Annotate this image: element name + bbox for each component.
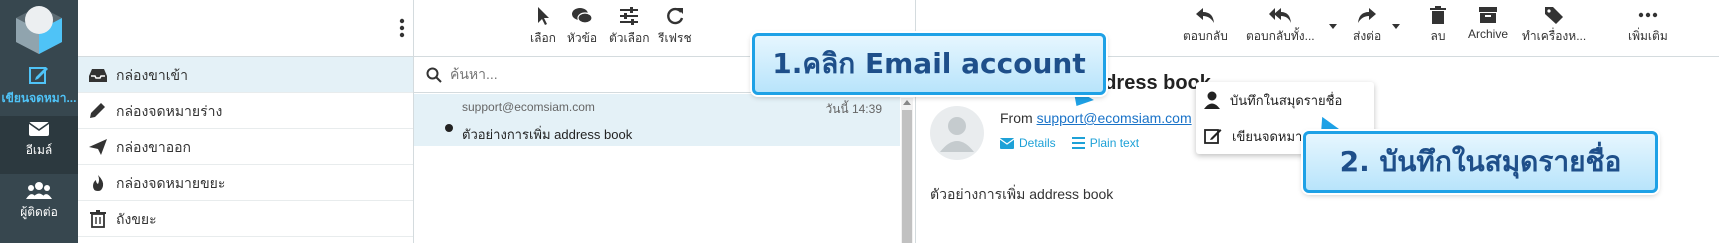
trash-icon — [90, 209, 106, 228]
inbox-icon — [89, 68, 107, 82]
forward-label: ส่งต่อ — [1353, 29, 1382, 43]
reply-all-icon — [1269, 8, 1292, 23]
more-button[interactable]: เพิ่มเติม — [1628, 6, 1668, 46]
forward-button[interactable]: ส่งต่อ — [1353, 6, 1381, 46]
folder-label: ถังขยะ — [116, 210, 157, 227]
threads-button[interactable]: หัวข้อ — [567, 6, 597, 48]
more-icon — [1638, 12, 1658, 18]
unread-dot-icon — [445, 124, 453, 132]
tag-icon — [1545, 7, 1564, 24]
comments-icon — [572, 8, 593, 24]
folder-sent[interactable]: กล่องขาออก — [78, 129, 413, 165]
message-title: ddress book — [1092, 72, 1211, 94]
options-label: ตัวเลือก — [609, 31, 650, 45]
compose-to-label: เขียนจดหมาย — [1232, 128, 1310, 144]
select-button[interactable]: เลือก — [530, 6, 556, 48]
contacts-label: ผู้ติดต่อ — [20, 205, 58, 219]
app-logo-icon — [16, 6, 62, 54]
plain-text-label: Plain text — [1089, 136, 1140, 150]
compose-icon — [1204, 129, 1222, 144]
reply-label: ตอบกลับ — [1183, 29, 1228, 43]
reply-icon — [1196, 8, 1215, 23]
threads-label: หัวข้อ — [567, 31, 598, 45]
more-label: เพิ่มเติม — [1628, 29, 1668, 43]
reply-button[interactable]: ตอบกลับ — [1183, 6, 1228, 46]
mark-label: ทำเครื่องห... — [1522, 29, 1587, 43]
select-label: เลือก — [530, 31, 556, 45]
search-input[interactable]: ค้นหา... — [450, 64, 498, 86]
from-line: From support@ecomsiam.com — [1000, 110, 1192, 126]
user-icon — [940, 117, 974, 152]
delete-button[interactable]: ลบ — [1430, 6, 1446, 46]
refresh-icon — [666, 7, 683, 25]
plain-text-link[interactable]: Plain text — [1071, 136, 1140, 150]
left-rail: เขียนจดหมา... อีเมล์ ผู้ติดต่อ — [0, 0, 78, 243]
sender-avatar — [930, 106, 984, 160]
from-prefix: From — [1000, 110, 1033, 126]
mail-label: อีเมล์ — [25, 143, 53, 157]
folder-drafts[interactable]: กล่องจดหมายร่าง — [78, 93, 413, 129]
scroll-up-arrow-icon[interactable] — [903, 100, 911, 105]
folder-junk[interactable]: กล่องจดหมายขยะ — [78, 165, 413, 201]
compose-button[interactable]: เขียนจดหมา... — [0, 60, 78, 118]
tutorial-callout-step1: 1.คลิก Email account — [752, 33, 1106, 95]
reply-all-button[interactable]: ตอบกลับทั้ง... — [1246, 6, 1315, 46]
tutorial-callout-step2: 2. บันทึกในสมุดรายชื่อ — [1303, 131, 1658, 193]
send-icon — [89, 138, 107, 155]
folder-label: กล่องขาเข้า — [116, 66, 188, 83]
folder-trash[interactable]: ถังขยะ — [78, 201, 413, 237]
envelope-icon — [1000, 137, 1014, 149]
add-to-addressbook-label: บันทึกในสมุดรายชื่อ — [1230, 92, 1343, 108]
folder-label: กล่องจดหมายร่าง — [116, 102, 223, 119]
folder-label: กล่องขาออก — [116, 138, 192, 155]
reply-all-label: ตอบกลับทั้ง... — [1246, 29, 1315, 43]
reply-all-dropdown-icon[interactable] — [1329, 24, 1337, 29]
folder-label: กล่องจดหมายขยะ — [116, 174, 226, 191]
archive-button[interactable]: Archive — [1468, 6, 1508, 41]
cursor-icon — [537, 7, 549, 25]
message-row[interactable]: support@ecomsiam.com วันนี้ 14:39 ตัวอย่… — [414, 94, 900, 146]
refresh-button[interactable]: รีเฟรช — [658, 6, 692, 48]
users-icon — [26, 182, 52, 199]
details-link[interactable]: Details — [1000, 136, 1056, 150]
search-icon — [426, 67, 442, 83]
user-icon — [1204, 91, 1220, 109]
message-from: support@ecomsiam.com — [462, 100, 595, 114]
sender-email-link[interactable]: support@ecomsiam.com — [1037, 110, 1192, 126]
message-subject: ตัวอย่างการเพิ่ม address book — [462, 127, 633, 142]
contacts-nav-button[interactable]: ผู้ติดต่อ — [0, 176, 78, 234]
folder-pane-header — [78, 0, 413, 57]
message-date: วันนี้ 14:39 — [825, 102, 882, 116]
folder-menu-icon[interactable] — [399, 18, 405, 38]
refresh-label: รีเฟรช — [658, 31, 692, 45]
folder-inbox[interactable]: กล่องขาเข้า — [78, 57, 413, 93]
message-body: ตัวอย่างการเพิ่ม address book — [930, 186, 1114, 202]
archive-icon — [1479, 7, 1497, 23]
folder-pane: กล่องขาเข้า กล่องจดหมายร่าง กล่องขาออก ก… — [78, 0, 414, 243]
scrollbar-thumb[interactable] — [902, 110, 912, 243]
sliders-icon — [620, 7, 639, 25]
archive-label: Archive — [1468, 27, 1509, 41]
list-icon — [1071, 137, 1085, 149]
header-links: Details Plain text — [1000, 136, 1139, 150]
compose-label: เขียนจดหมา... — [1, 91, 77, 105]
fire-icon — [93, 174, 104, 191]
scrollbar[interactable] — [901, 98, 913, 243]
webmail-app: เขียนจดหมา... อีเมล์ ผู้ติดต่อ กล่องขาเข… — [0, 0, 1719, 243]
compose-icon — [29, 67, 48, 84]
forward-dropdown-icon[interactable] — [1392, 24, 1400, 29]
pencil-icon — [90, 102, 105, 118]
add-to-addressbook-item[interactable]: บันทึกในสมุดรายชื่อ — [1196, 82, 1374, 118]
envelope-icon — [28, 122, 50, 136]
forward-icon — [1358, 8, 1377, 23]
options-button[interactable]: ตัวเลือก — [609, 6, 649, 48]
mail-nav-button[interactable]: อีเมล์ — [0, 116, 78, 174]
mark-button[interactable]: ทำเครื่องห... — [1522, 6, 1586, 46]
delete-label: ลบ — [1430, 29, 1446, 43]
details-label: Details — [1019, 136, 1056, 150]
trash-icon — [1430, 6, 1446, 24]
